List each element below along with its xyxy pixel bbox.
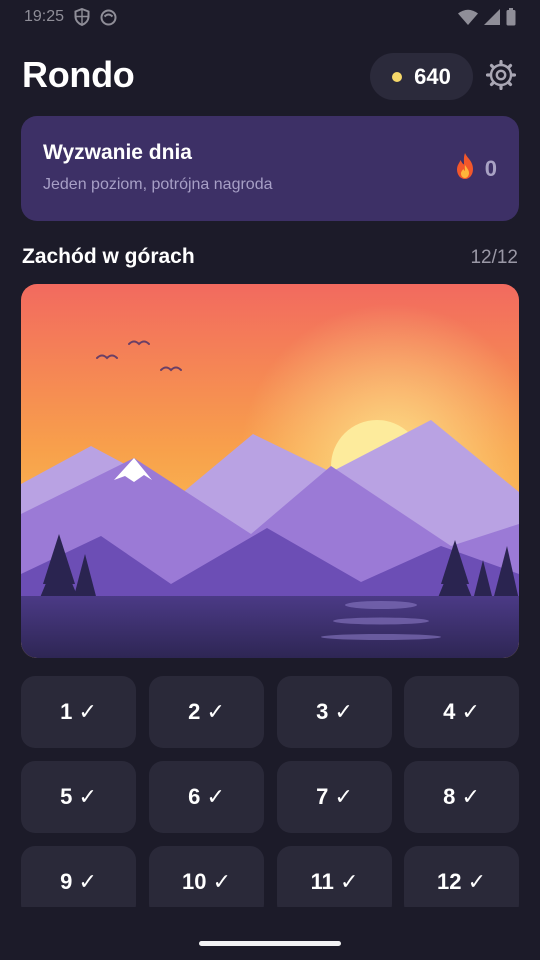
app-title: Rondo <box>22 54 135 95</box>
challenge-title: Wyzwanie dnia <box>43 141 192 164</box>
level-7-button[interactable]: 7 ✓ <box>277 761 392 833</box>
wifi-icon <box>458 9 478 25</box>
face-icon <box>100 9 117 26</box>
app-screen: 19:25 Rondo 640 Wyzwanie dnia Jeden pozi… <box>0 0 540 960</box>
level-10-button[interactable]: 10 ✓ <box>149 846 264 907</box>
fire-icon <box>453 152 477 185</box>
level-progress: 12/12 <box>470 247 518 268</box>
battery-icon <box>506 8 516 26</box>
level-title: Zachód w górach <box>22 245 195 268</box>
status-bar: 19:25 <box>0 0 540 34</box>
level-2-button[interactable]: 2 ✓ <box>149 676 264 748</box>
daily-challenge-card[interactable]: Wyzwanie dnia Jeden poziom, potrójna nag… <box>21 116 519 221</box>
level-grid: 1 ✓ 2 ✓ 3 ✓ 4 ✓ 5 ✓ 6 ✓ 7 ✓ 8 ✓ 9 ✓ 10 ✓… <box>0 676 540 907</box>
challenge-subtitle: Jeden poziom, potrójna nagroda <box>43 176 273 193</box>
streak-counter: 0 <box>453 152 497 185</box>
level-artwork[interactable] <box>21 284 519 658</box>
gear-icon <box>485 59 517 95</box>
home-gesture-bar[interactable] <box>199 941 341 946</box>
level-6-button[interactable]: 6 ✓ <box>149 761 264 833</box>
level-9-button[interactable]: 9 ✓ <box>21 846 136 907</box>
shield-icon <box>74 8 90 26</box>
level-12-button[interactable]: 12 ✓ <box>404 846 519 907</box>
level-11-button[interactable]: 11 ✓ <box>277 846 392 907</box>
level-5-button[interactable]: 5 ✓ <box>21 761 136 833</box>
coin-balance[interactable]: 640 <box>370 53 473 100</box>
level-1-button[interactable]: 1 ✓ <box>21 676 136 748</box>
streak-count: 0 <box>484 155 497 181</box>
coin-icon <box>392 71 403 82</box>
level-8-button[interactable]: 8 ✓ <box>404 761 519 833</box>
settings-button[interactable] <box>485 59 517 95</box>
level-3-button[interactable]: 3 ✓ <box>277 676 392 748</box>
level-4-button[interactable]: 4 ✓ <box>404 676 519 748</box>
status-time: 19:25 <box>24 8 65 25</box>
coin-count: 640 <box>414 63 451 89</box>
signal-icon <box>484 9 500 25</box>
